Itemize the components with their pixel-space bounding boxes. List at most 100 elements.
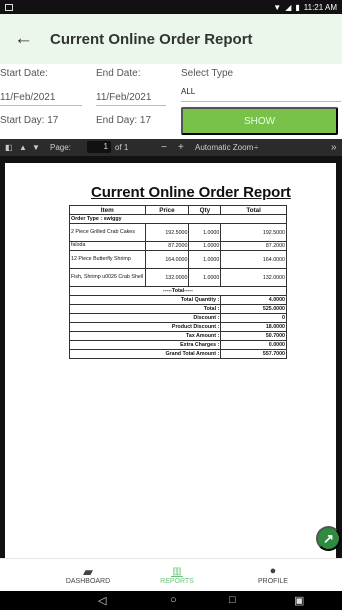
select-type-dropdown[interactable]: ALL [181, 87, 195, 96]
wifi-icon: ▼ [273, 2, 282, 12]
summary-value: 18.0000 [220, 322, 287, 332]
summary-label: Discount : [68, 313, 222, 323]
summary-row: Grand Total Amount : 557.7000 [68, 349, 287, 359]
table-header-row: Item Price Qty Total [69, 205, 287, 215]
summary-value: 4.0000 [220, 295, 287, 305]
end-day-value: End Day: 17 [96, 115, 152, 126]
table-row: Fish, Shrimp u0026 Crab Shell 132.0000 1… [69, 268, 287, 287]
order-type: Order Type : swiggy [69, 214, 287, 224]
profile-icon: ● [269, 565, 277, 577]
summary-row: Product Discount : 18.0000 [68, 322, 287, 332]
page-total: of 1 [115, 143, 129, 152]
android-navigation-bar: ◁ ○ □ ▣ [0, 591, 342, 610]
android-home-icon[interactable]: ○ [170, 594, 177, 606]
summary-row: Tax Amount : 50.7000 [68, 331, 287, 341]
android-back-icon[interactable]: ◁ [98, 594, 106, 607]
summary-row: Discount : 0 [68, 313, 287, 323]
bottom-navigation: ▰ DASHBOARD ▥ REPORTS ● PROFILE [0, 558, 342, 591]
item-total: 87.2000 [220, 241, 287, 251]
start-date-label: Start Date: [0, 68, 48, 79]
status-icons: ▼ ◢ ▮ 11:21 AM [273, 3, 337, 12]
summary-label: Total : [68, 304, 222, 314]
next-page-icon[interactable]: ▼ [32, 141, 40, 154]
nav-dashboard-label: DASHBOARD [65, 578, 111, 585]
end-date-value[interactable]: 11/Feb/2021 [96, 92, 151, 103]
end-date-label: End Date: [96, 68, 141, 79]
item-qty: 1.0000 [188, 223, 222, 242]
price-header: Price [144, 205, 190, 215]
item-name: 12 Piece Butterfly Shrimp [69, 250, 146, 269]
item-total: 132.0000 [220, 268, 287, 287]
summary-row: Total : 525.0000 [68, 304, 287, 314]
zoom-in-button[interactable]: + [178, 141, 184, 154]
summary-label: Grand Total Amount : [68, 349, 222, 359]
more-tools-button[interactable]: » [331, 141, 337, 154]
battery-icon: ▮ [295, 2, 300, 12]
start-date-value[interactable]: 11/Feb/2021 [0, 92, 55, 103]
table-row: 2 Piece Grilled Crab Cakes 192.5000 1.00… [69, 223, 287, 242]
summary-value: 0 [220, 313, 287, 323]
screen-mirror-icon[interactable]: ▣ [294, 594, 304, 607]
status-bar: ▼ ◢ ▮ 11:21 AM [0, 0, 342, 14]
start-date-underline [0, 105, 82, 106]
table-row: 12 Piece Butterfly Shrimp 164.0000 1.000… [69, 250, 287, 269]
report-table: Item Price Qty Total Order Type : swiggy… [68, 205, 287, 359]
nav-profile[interactable]: ● PROFILE [233, 559, 313, 592]
item-name: Fish, Shrimp u0026 Crab Shell [69, 268, 146, 287]
summary-row: Total Quantity : 4.0000 [68, 295, 287, 305]
select-type-underline [181, 101, 341, 102]
summary-label: Tax Amount : [68, 331, 222, 341]
end-date-underline [96, 105, 166, 106]
signal-icon: ◢ [285, 2, 292, 12]
select-type-label: Select Type [181, 68, 234, 79]
sidebar-toggle-icon[interactable]: ◧ [5, 141, 13, 154]
start-day-value: Start Day: 17 [0, 115, 59, 126]
item-price: 87.2000 [144, 241, 190, 251]
nav-dashboard[interactable]: ▰ DASHBOARD [48, 559, 128, 592]
summary-value: 0.0000 [220, 340, 287, 350]
item-name: 2 Piece Grilled Crab Cakes [69, 223, 146, 242]
android-recents-icon[interactable]: □ [229, 594, 236, 606]
page-title: Current Online Order Report [50, 30, 253, 48]
summary-value: 50.7000 [220, 331, 287, 341]
item-price: 164.0000 [144, 250, 190, 269]
summary-value: 525.0000 [220, 304, 287, 314]
total-section-row: -----Total----- [69, 286, 287, 296]
nav-reports-label: REPORTS [160, 578, 194, 585]
summary-label: Extra Charges : [68, 340, 222, 350]
report-title: Current Online Order Report [91, 184, 291, 201]
item-qty: 1.0000 [188, 268, 222, 287]
pdf-toolbar: ◧ ▲ ▼ Page: 1 of 1 − + Automatic Zoom ÷ … [0, 139, 342, 156]
previous-page-icon[interactable]: ▲ [19, 141, 27, 154]
order-type-row: Order Type : swiggy [69, 214, 287, 224]
item-total: 164.0000 [220, 250, 287, 269]
dashboard-icon: ▰ [83, 564, 93, 579]
summary-label: Total Quantity : [68, 295, 222, 305]
item-price: 132.0000 [144, 268, 190, 287]
summary-value: 557.7000 [220, 349, 287, 359]
share-icon[interactable]: ↗ [316, 526, 341, 551]
item-qty: 1.0000 [188, 241, 222, 251]
item-price: 192.5000 [144, 223, 190, 242]
notification-icon [5, 3, 13, 11]
total-section-header: -----Total----- [69, 286, 287, 296]
table-row: faloda 87.2000 1.0000 87.2000 [69, 241, 287, 251]
zoom-out-button[interactable]: − [161, 141, 167, 154]
qty-header: Qty [188, 205, 222, 215]
item-name: faloda [69, 241, 146, 251]
zoom-select-arrow-icon[interactable]: ÷ [254, 141, 258, 154]
total-header: Total [220, 205, 287, 215]
summary-label: Product Discount : [68, 322, 222, 332]
nav-reports[interactable]: ▥ REPORTS [137, 559, 217, 592]
back-arrow-icon[interactable]: ← [14, 28, 33, 50]
reports-chart-icon: ▥ [171, 566, 183, 577]
zoom-select[interactable]: Automatic Zoom [195, 141, 253, 154]
nav-profile-label: PROFILE [258, 578, 288, 585]
item-header: Item [69, 205, 146, 215]
show-button[interactable]: SHOW [181, 107, 338, 135]
page-label: Page: [50, 143, 71, 152]
page-number-input[interactable]: 1 [87, 141, 111, 153]
app-screen: ▼ ◢ ▮ 11:21 AM ← Current Online Order Re… [0, 0, 342, 610]
app-bar: ← Current Online Order Report [0, 14, 342, 64]
item-qty: 1.0000 [188, 250, 222, 269]
